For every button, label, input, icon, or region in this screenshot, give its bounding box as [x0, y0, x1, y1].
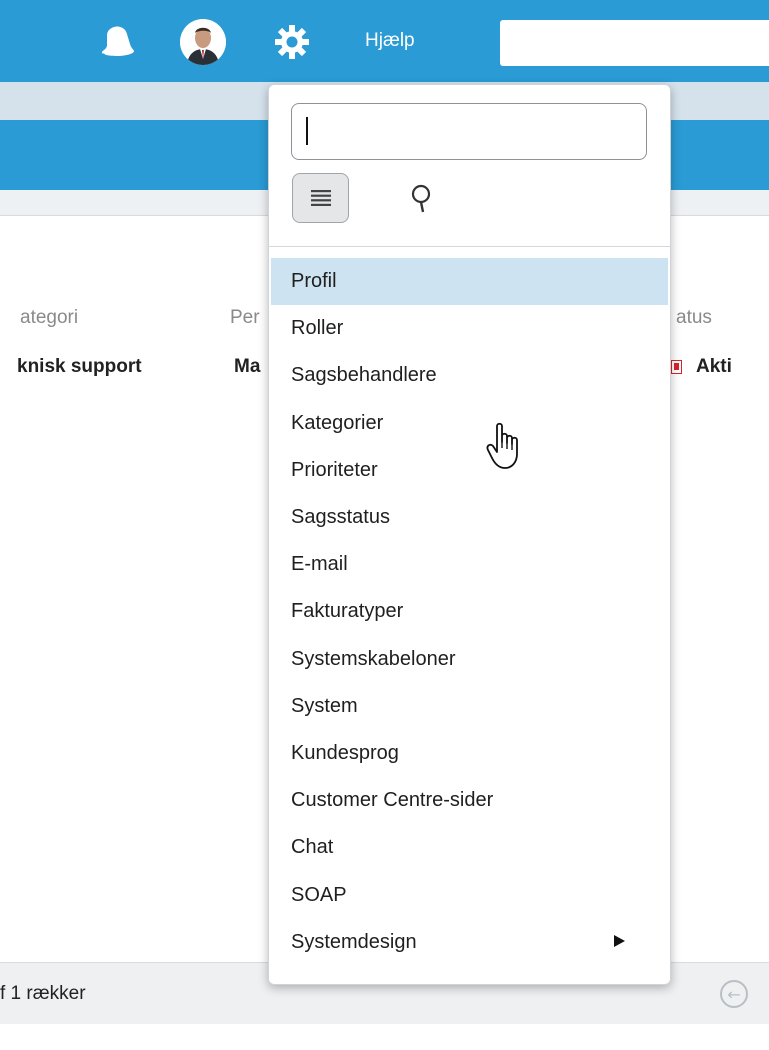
column-header-person[interactable]: Per	[230, 307, 260, 329]
menu-item-systemdesign[interactable]: Systemdesign	[271, 919, 668, 966]
settings-menu-list: Profil Roller Sagsbehandlere Kategorier …	[271, 258, 668, 966]
menu-item-systemskabeloner[interactable]: Systemskabeloner	[271, 636, 668, 683]
gear-icon[interactable]	[272, 22, 312, 62]
avatar[interactable]	[180, 19, 226, 65]
search-button[interactable]	[399, 177, 443, 221]
list-view-button[interactable]	[292, 173, 349, 223]
menu-item-profil[interactable]: Profil	[271, 258, 668, 306]
previous-page-icon[interactable]: ←	[720, 980, 748, 1008]
global-search-input[interactable]	[500, 20, 769, 66]
menu-item-prioriteter[interactable]: Prioriteter	[271, 447, 668, 494]
menu-item-soap[interactable]: SOAP	[271, 871, 668, 918]
text-cursor	[306, 117, 308, 145]
menu-item-sagsbehandlere[interactable]: Sagsbehandlere	[271, 352, 668, 399]
table-cell-category: knisk support	[17, 356, 142, 377]
table-cell-person: Ma	[234, 356, 261, 377]
top-navigation-bar: Hjælp	[0, 0, 769, 82]
menu-item-chat[interactable]: Chat	[271, 824, 668, 871]
menu-item-email[interactable]: E-mail	[271, 541, 668, 588]
menu-item-kategorier[interactable]: Kategorier	[271, 400, 668, 447]
search-icon	[411, 184, 431, 213]
help-link[interactable]: Hjælp	[365, 30, 415, 52]
settings-dropdown-menu: Profil Roller Sagsbehandlere Kategorier …	[268, 84, 671, 985]
submenu-arrow-icon	[614, 934, 625, 947]
menu-filter-input[interactable]	[291, 103, 647, 160]
bell-icon[interactable]	[98, 22, 138, 62]
row-count-label: f 1 rækker	[0, 983, 86, 1004]
menu-item-roller[interactable]: Roller	[271, 305, 668, 352]
menu-item-sagsstatus[interactable]: Sagsstatus	[271, 494, 668, 541]
menu-item-fakturatyper[interactable]: Fakturatyper	[271, 588, 668, 635]
list-icon	[310, 190, 331, 206]
column-header-category[interactable]: ategori	[20, 307, 78, 329]
status-flag-icon	[671, 360, 682, 374]
menu-item-label: Systemdesign	[291, 930, 417, 953]
menu-divider	[269, 246, 670, 247]
menu-item-kundesprog[interactable]: Kundesprog	[271, 730, 668, 777]
column-header-status[interactable]: atus	[676, 307, 712, 329]
table-cell-status: Akti	[696, 356, 732, 377]
menu-item-system[interactable]: System	[271, 683, 668, 730]
menu-item-customer-centre-sider[interactable]: Customer Centre-sider	[271, 777, 668, 824]
